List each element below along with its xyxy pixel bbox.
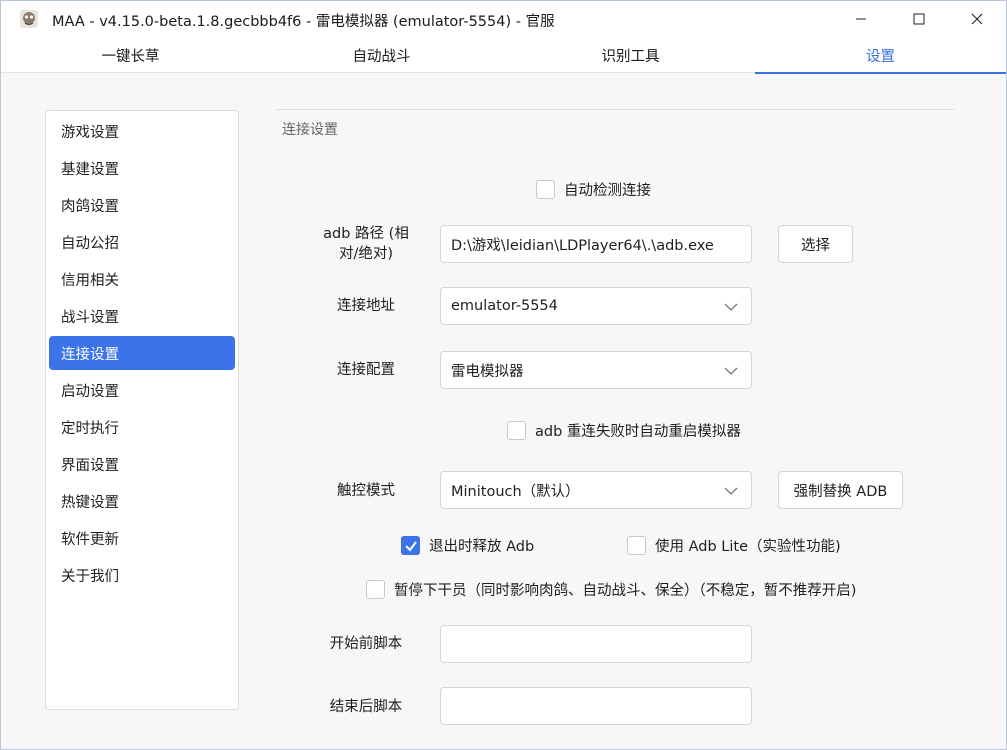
close-icon: [971, 13, 983, 25]
tab-settings[interactable]: 设置: [755, 37, 1006, 74]
adb-lite-label: 使用 Adb Lite（实验性功能): [655, 539, 841, 555]
auto-detect-checkbox[interactable]: 自动检测连接: [536, 179, 651, 200]
adb-lite-checkbox[interactable]: 使用 Adb Lite（实验性功能): [627, 535, 841, 556]
pre-script-input[interactable]: [440, 625, 752, 663]
main-tabs: 一键长草 自动战斗 识别工具 设置: [1, 37, 1006, 74]
chevron-down-icon: [724, 487, 738, 495]
tab-recognition-tools[interactable]: 识别工具: [505, 37, 756, 73]
checkbox-box-checked: [401, 536, 420, 555]
connection-settings-panel: 连接设置 自动检测连接 adb 路径 (相 对/绝对) D:\游戏\leidia…: [276, 109, 956, 749]
adb-path-input[interactable]: D:\游戏\leidian\LDPlayer64\.\adb.exe: [440, 225, 752, 263]
release-adb-checkbox[interactable]: 退出时释放 Adb: [401, 535, 534, 556]
pre-script-label: 开始前脚本: [329, 636, 403, 652]
tab-farming[interactable]: 一键长草: [5, 37, 256, 73]
select-adb-button[interactable]: 选择: [778, 225, 853, 263]
settings-sidebar: 游戏设置 基建设置 肉鸽设置 自动公招 信用相关 战斗设置 连接设置 启动设置 …: [45, 110, 239, 710]
minimize-button[interactable]: [832, 1, 890, 37]
chevron-down-icon: [724, 367, 738, 375]
chevron-down-icon: [724, 303, 738, 311]
config-label: 连接配置: [337, 362, 395, 378]
post-script-input[interactable]: [440, 687, 752, 725]
window-title: MAA - v4.15.0-beta.1.8.gecbbb4f6 - 雷电模拟器…: [52, 14, 555, 30]
maximize-button[interactable]: [890, 1, 948, 37]
address-label: 连接地址: [337, 298, 395, 314]
maa-logo-icon: [20, 10, 38, 28]
touch-mode-combobox[interactable]: Minitouch（默认）: [440, 471, 752, 509]
pause-operator-label: 暂停下干员（同时影响肉鸽、自动战斗、保全）（不稳定，暂不推荐开启): [394, 583, 857, 599]
section-title: 连接设置: [282, 122, 338, 138]
address-value: emulator-5554: [451, 298, 558, 314]
sidebar-item-hotkeys[interactable]: 热键设置: [49, 484, 235, 518]
sidebar-item-connection[interactable]: 连接设置: [49, 336, 235, 370]
checkbox-box: [507, 421, 526, 440]
sidebar-item-about[interactable]: 关于我们: [49, 558, 235, 592]
sidebar-item-updates[interactable]: 软件更新: [49, 521, 235, 555]
touch-mode-value: Minitouch（默认）: [451, 483, 580, 500]
sidebar-item-recruit[interactable]: 自动公招: [49, 225, 235, 259]
title-bar[interactable]: MAA - v4.15.0-beta.1.8.gecbbb4f6 - 雷电模拟器…: [1, 1, 1006, 37]
config-value: 雷电模拟器: [451, 363, 524, 380]
address-combobox[interactable]: emulator-5554: [440, 287, 752, 325]
sidebar-item-startup[interactable]: 启动设置: [49, 373, 235, 407]
app-window: MAA - v4.15.0-beta.1.8.gecbbb4f6 - 雷电模拟器…: [0, 0, 1007, 750]
adb-path-label: adb 路径 (相 对/绝对): [306, 224, 426, 264]
section-divider: [276, 109, 954, 110]
checkmark-icon: [404, 540, 417, 552]
checkbox-box: [627, 536, 646, 555]
sidebar-item-interface[interactable]: 界面设置: [49, 447, 235, 481]
config-combobox[interactable]: 雷电模拟器: [440, 351, 752, 389]
restart-emulator-label: adb 重连失败时自动重启模拟器: [535, 424, 741, 440]
sidebar-item-infrastructure[interactable]: 基建设置: [49, 151, 235, 185]
sidebar-item-battle[interactable]: 战斗设置: [49, 299, 235, 333]
touch-mode-label: 触控模式: [337, 483, 395, 499]
release-adb-label: 退出时释放 Adb: [429, 539, 535, 555]
checkbox-box: [366, 580, 385, 599]
sidebar-item-credit[interactable]: 信用相关: [49, 262, 235, 296]
force-replace-adb-button[interactable]: 强制替换 ADB: [778, 471, 903, 509]
close-button[interactable]: [948, 1, 1006, 37]
minimize-icon: [856, 18, 866, 20]
sidebar-item-game-settings[interactable]: 游戏设置: [49, 114, 235, 148]
adb-path-label-line2: 对/绝对): [338, 246, 394, 262]
adb-path-label-line1: adb 路径 (相: [323, 226, 409, 242]
restart-emulator-checkbox[interactable]: adb 重连失败时自动重启模拟器: [507, 420, 741, 441]
maximize-icon: [913, 13, 925, 25]
checkbox-box: [536, 180, 555, 199]
sidebar-item-schedule[interactable]: 定时执行: [49, 410, 235, 444]
sidebar-item-roguelike[interactable]: 肉鸽设置: [49, 188, 235, 222]
auto-detect-label: 自动检测连接: [564, 183, 651, 199]
pause-operator-checkbox[interactable]: 暂停下干员（同时影响肉鸽、自动战斗、保全）（不稳定，暂不推荐开启): [366, 579, 856, 600]
tab-auto-battle[interactable]: 自动战斗: [256, 37, 507, 73]
post-script-label: 结束后脚本: [329, 699, 403, 715]
